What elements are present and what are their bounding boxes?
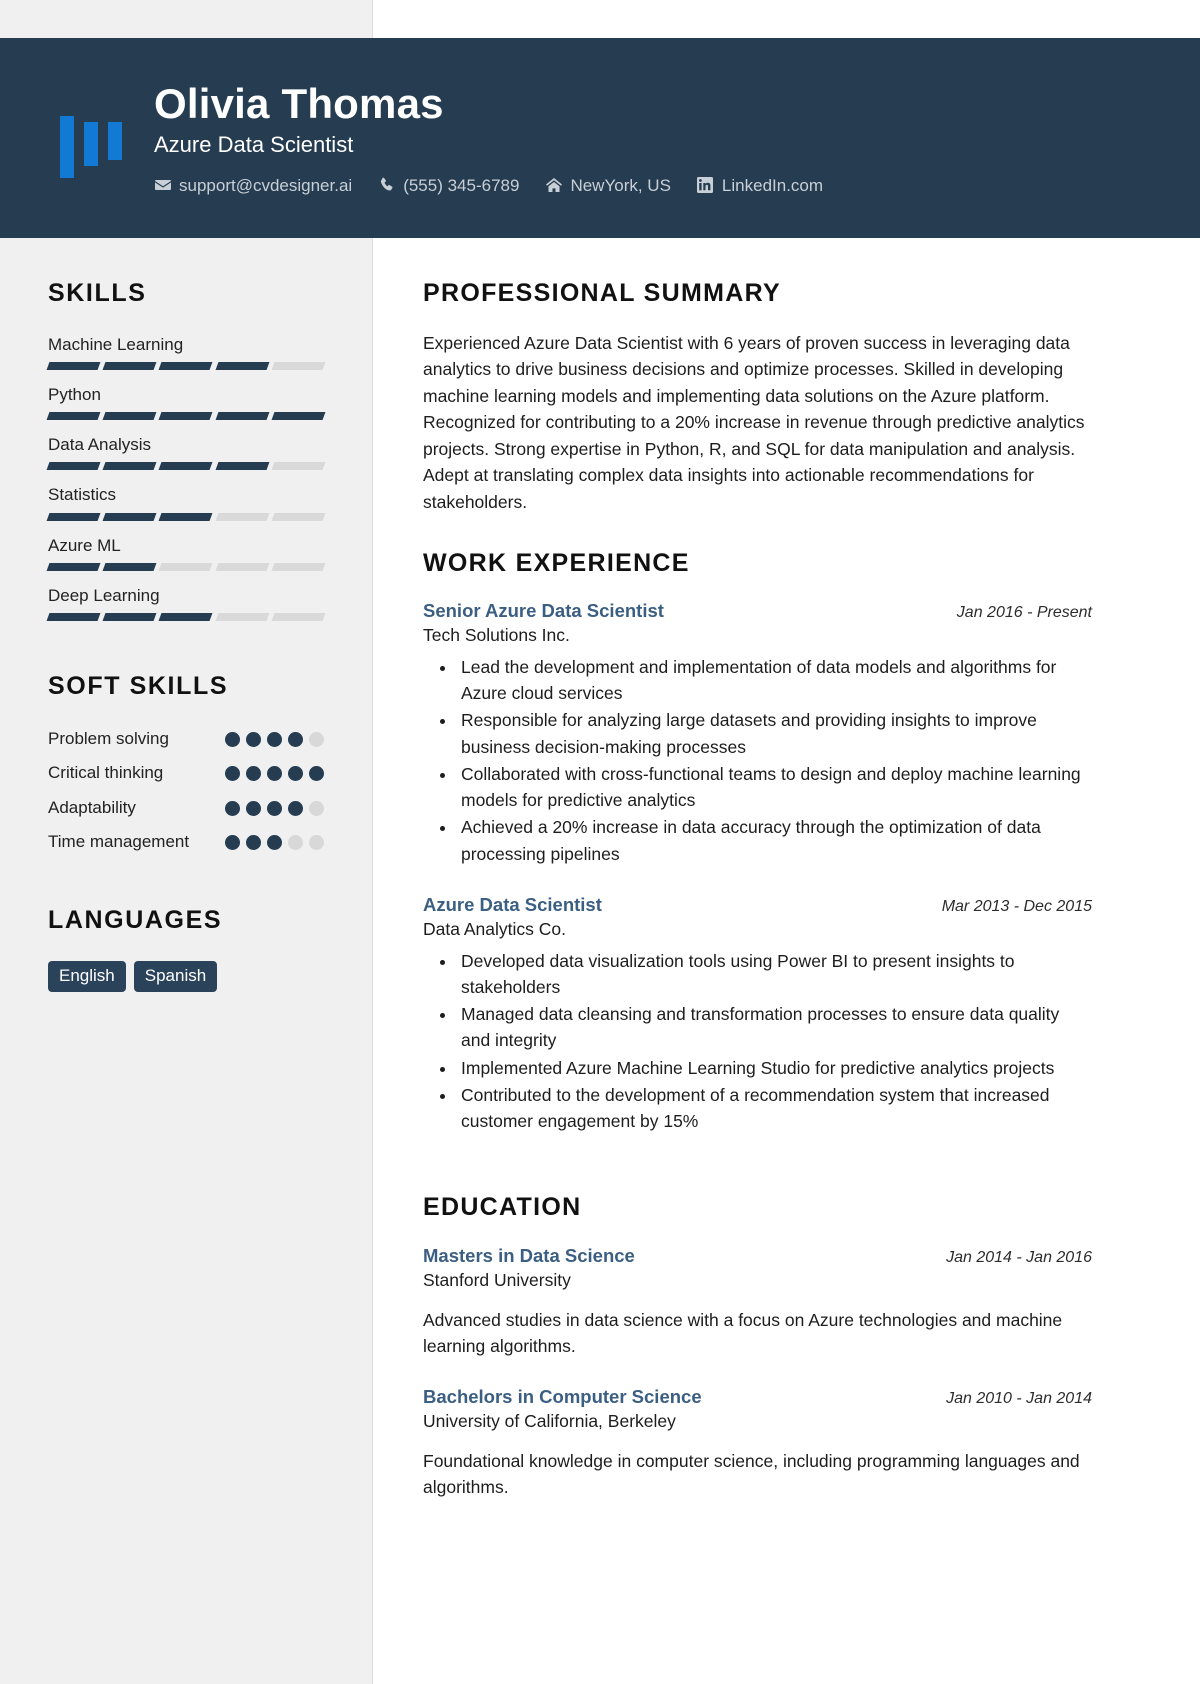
experience-date: Jan 2016 - Present: [956, 604, 1092, 622]
experience-entry-head: Senior Azure Data Scientist Jan 2016 - P…: [423, 599, 1092, 622]
phone-icon: [378, 177, 395, 194]
experience-bullet: Lead the development and implementation …: [457, 654, 1092, 707]
envelope-icon: [154, 177, 171, 194]
experience-entry: Azure Data Scientist Mar 2013 - Dec 2015…: [423, 893, 1092, 1135]
contact-linkedin-text: LinkedIn.com: [721, 175, 824, 195]
linkedin-icon: [697, 177, 714, 194]
experience-bullet: Contributed to the development of a reco…: [457, 1082, 1092, 1135]
experience-title: Azure Data Scientist: [423, 893, 602, 915]
language-badge: Spanish: [133, 960, 218, 993]
header-text-block: Olivia Thomas Azure Data Scientist suppo…: [154, 80, 1200, 194]
skill-label: Data Analysis: [48, 435, 151, 454]
soft-skill-item: Adaptability: [48, 796, 324, 821]
education-entry: Bachelors in Computer Science Jan 2010 -…: [423, 1385, 1092, 1500]
experience-organization: Data Analytics Co.: [423, 919, 566, 940]
experience-organization: Tech Solutions Inc.: [423, 625, 570, 646]
main-content: PROFESSIONAL SUMMARY Experienced Azure D…: [373, 238, 1200, 1526]
education-date: Jan 2010 - Jan 2014: [946, 1390, 1092, 1408]
skill-item: Machine Learning: [46, 334, 326, 370]
soft-skill-rating: [225, 830, 324, 851]
skill-item: Data Analysis: [46, 434, 326, 471]
contact-phone-text: (555) 345-6789: [403, 175, 520, 195]
contact-location[interactable]: NewYork, US: [545, 175, 671, 195]
education-entry-head: Masters in Data Science Jan 2014 - Jan 2…: [423, 1244, 1092, 1267]
skill-label: Machine Learning: [48, 334, 184, 354]
resume-page: Olivia Thomas Azure Data Scientist suppo…: [0, 0, 1200, 1684]
education-organization: University of California, Berkeley: [423, 1411, 676, 1432]
education-date: Jan 2014 - Jan 2016: [946, 1248, 1092, 1266]
experience-entry-head: Azure Data Scientist Mar 2013 - Dec 2015: [423, 893, 1092, 916]
soft-skill-rating: [225, 727, 324, 747]
candidate-job-title: Azure Data Scientist: [154, 132, 354, 158]
experience-bullet: Developed data visualization tools using…: [457, 948, 1092, 1001]
skill-label: Statistics: [48, 485, 117, 505]
soft-skill-label: Critical thinking: [48, 763, 164, 783]
skill-item: Deep Learning: [46, 585, 326, 621]
skills-heading: SKILLS: [48, 279, 147, 307]
experience-bullet: Responsible for analyzing large datasets…: [457, 707, 1092, 760]
contact-email-text: support@cvdesigner.ai: [179, 175, 353, 195]
education-title: Bachelors in Computer Science: [423, 1386, 702, 1408]
soft-skill-item: Problem solving: [48, 727, 324, 752]
contact-email[interactable]: support@cvdesigner.ai: [154, 177, 352, 194]
education-entry: Masters in Data Science Jan 2014 - Jan 2…: [423, 1244, 1092, 1359]
soft-skill-label: Time management: [48, 832, 190, 852]
skill-level-bar: [46, 361, 326, 370]
languages-heading: LANGUAGES: [48, 906, 223, 935]
education-heading: EDUCATION: [423, 1193, 582, 1222]
contact-linkedin[interactable]: LinkedIn.com: [697, 177, 823, 194]
skill-label: Python: [48, 384, 101, 404]
education-entry-head: Bachelors in Computer Science Jan 2010 -…: [423, 1385, 1092, 1408]
experience-bullets: Developed data visualization tools using…: [423, 948, 1092, 1135]
skill-level-bar: [46, 412, 326, 420]
sidebar: SKILLS Machine Learning Python Data Anal…: [0, 238, 372, 993]
soft-skills-heading: SOFT SKILLS: [48, 672, 229, 700]
soft-skill-item: Critical thinking: [48, 761, 324, 786]
resume-header: Olivia Thomas Azure Data Scientist suppo…: [0, 38, 1200, 238]
soft-skill-label: Problem solving: [48, 728, 169, 748]
skill-level-bar: [46, 562, 326, 571]
skill-level-bar: [46, 462, 326, 471]
language-badge: English: [48, 960, 126, 993]
soft-skill-rating: [225, 761, 324, 782]
contact-location-text: NewYork, US: [570, 175, 671, 195]
experience-title: Senior Azure Data Scientist: [423, 600, 664, 622]
skill-level-bar: [46, 512, 326, 521]
skill-label: Deep Learning: [48, 585, 160, 605]
languages-list: English Spanish: [48, 960, 324, 993]
skill-level-bar: [46, 613, 326, 621]
education-description: Advanced studies in data science with a …: [423, 1309, 1063, 1356]
soft-skill-item: Time management: [48, 830, 324, 855]
work-experience-heading: WORK EXPERIENCE: [423, 548, 690, 577]
experience-bullet: Implemented Azure Machine Learning Studi…: [457, 1055, 1092, 1081]
education-title: Masters in Data Science: [423, 1244, 635, 1266]
skill-label: Azure ML: [48, 535, 121, 555]
education-description: Foundational knowledge in computer scien…: [423, 1450, 1080, 1498]
contact-phone[interactable]: (555) 345-6789: [378, 177, 519, 194]
contact-row: support@cvdesigner.ai (555) 345-6789 New…: [154, 177, 1200, 194]
bar-chart-logo-icon: [52, 98, 142, 178]
education-organization: Stanford University: [423, 1270, 571, 1291]
experience-date: Mar 2013 - Dec 2015: [941, 897, 1092, 915]
experience-entry: Senior Azure Data Scientist Jan 2016 - P…: [423, 599, 1092, 867]
experience-bullet: Collaborated with cross-functional teams…: [457, 761, 1092, 814]
experience-bullet: Managed data cleansing and transformatio…: [457, 1001, 1092, 1054]
home-icon: [545, 177, 562, 194]
skill-item: Statistics: [46, 484, 326, 521]
soft-skill-label: Adaptability: [48, 797, 136, 817]
skill-item: Python: [46, 384, 326, 420]
experience-bullets: Lead the development and implementation …: [423, 654, 1092, 867]
skill-item: Azure ML: [46, 535, 326, 571]
professional-summary-heading: PROFESSIONAL SUMMARY: [423, 279, 781, 307]
candidate-name: Olivia Thomas: [154, 80, 444, 128]
soft-skill-rating: [225, 796, 324, 816]
experience-bullet: Achieved a 20% increase in data accuracy…: [457, 814, 1092, 867]
professional-summary-text: Experienced Azure Data Scientist with 6 …: [423, 332, 1085, 513]
